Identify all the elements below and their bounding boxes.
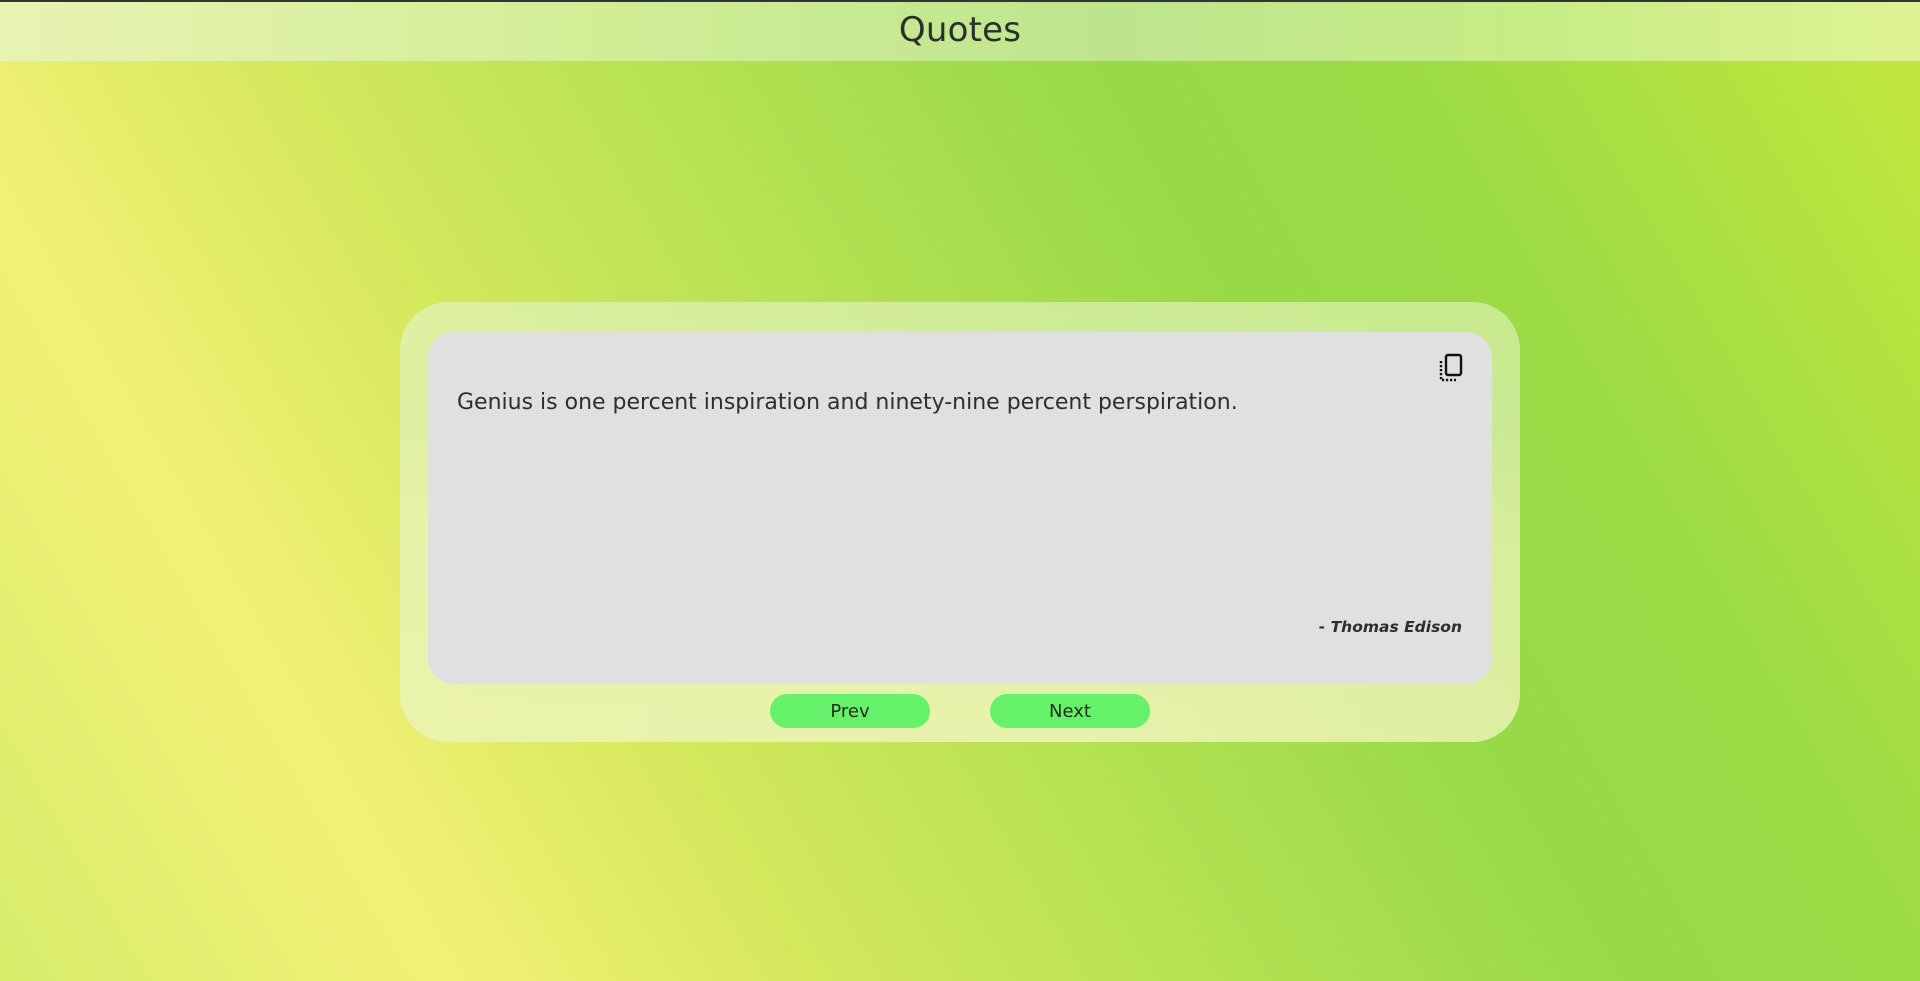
copy-button[interactable] — [1436, 353, 1466, 387]
page-title: Quotes — [898, 9, 1022, 50]
prev-button[interactable]: Prev — [770, 694, 930, 728]
quote-box: Genius is one percent inspiration and ni… — [428, 332, 1492, 684]
quote-text: Genius is one percent inspiration and ni… — [457, 390, 1238, 415]
top-header: Quotes — [0, 0, 1920, 61]
quote-card-container: Genius is one percent inspiration and ni… — [400, 302, 1520, 742]
next-button[interactable]: Next — [990, 694, 1150, 728]
quote-author: - Thomas Edison — [1318, 618, 1462, 636]
copy-icon — [1438, 353, 1464, 387]
